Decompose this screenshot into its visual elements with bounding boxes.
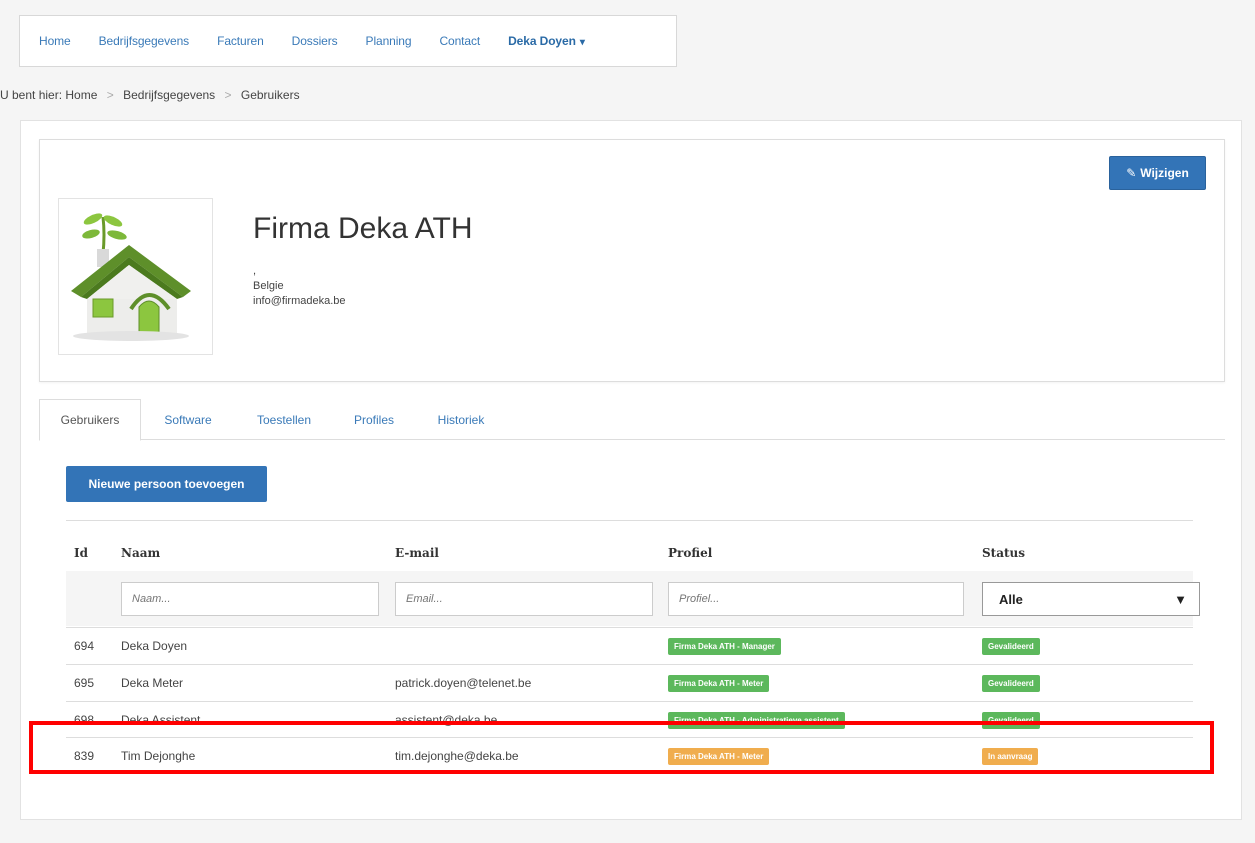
- status-filter-select[interactable]: Alle ▼: [982, 582, 1200, 616]
- top-navigation: Home Bedrijfsgegevens Facturen Dossiers …: [19, 15, 677, 67]
- company-address: , Belgie info@firmadeka.be: [253, 264, 346, 309]
- profile-badge: Firma Deka ATH - Manager: [668, 637, 781, 655]
- row-name: Deka Meter: [121, 676, 184, 690]
- nav-planning[interactable]: Planning: [366, 34, 412, 48]
- name-filter-input[interactable]: [121, 582, 379, 616]
- add-person-button[interactable]: Nieuwe persoon toevoegen: [66, 466, 267, 502]
- tab-gebruikers[interactable]: Gebruikers: [39, 399, 141, 441]
- edit-button[interactable]: ✎ Wijzigen: [1109, 156, 1206, 190]
- chevron-down-icon: ▾: [579, 37, 585, 48]
- table-row[interactable]: 694 Deka Doyen Firma Deka ATH - Manager …: [66, 627, 1193, 664]
- row-email: patrick.doyen@telenet.be: [395, 676, 532, 690]
- column-header-name: Naam: [121, 546, 161, 560]
- company-email: info@firmadeka.be: [253, 295, 346, 307]
- divider: [66, 520, 1193, 521]
- profile-badge: Firma Deka ATH - Meter: [668, 747, 770, 765]
- dropdown-arrow-icon: ▼: [1174, 591, 1187, 607]
- tab-software[interactable]: Software: [149, 399, 227, 440]
- row-id: 839: [74, 749, 95, 763]
- row-name: Tim Dejonghe: [121, 749, 196, 763]
- table-row[interactable]: 839 Tim Dejonghe tim.dejonghe@deka.be Fi…: [66, 737, 1193, 774]
- row-email: tim.dejonghe@deka.be: [395, 749, 519, 763]
- email-filter-input[interactable]: [395, 582, 653, 616]
- breadcrumb-prefix: U bent hier:: [0, 88, 63, 102]
- edit-button-label: Wijzigen: [1140, 166, 1189, 180]
- status-filter-value: Alle: [999, 591, 1023, 607]
- column-header-email: E-mail: [395, 546, 439, 560]
- table-row[interactable]: 698 Deka Assistent assistent@deka.be Fir…: [66, 701, 1193, 738]
- tab-toestellen[interactable]: Toestellen: [239, 399, 329, 440]
- company-address-line: ,: [253, 265, 257, 277]
- column-header-profile: Profiel: [668, 546, 713, 560]
- status-badge: Gevalideerd: [982, 711, 1040, 729]
- status-badge: Gevalideerd: [982, 637, 1040, 655]
- breadcrumb: U bent hier: Home > Bedrijfsgegevens > G…: [0, 88, 300, 102]
- profile-filter-input[interactable]: [668, 582, 964, 616]
- nav-dossiers[interactable]: Dossiers: [292, 34, 338, 48]
- nav-bedrijfsgegevens[interactable]: Bedrijfsgegevens: [99, 34, 190, 48]
- row-email: assistent@deka.be: [395, 713, 498, 727]
- nav-home[interactable]: Home: [39, 34, 71, 48]
- status-badge: In aanvraag: [982, 747, 1039, 765]
- breadcrumb-separator: >: [224, 88, 232, 102]
- nav-user-menu[interactable]: Deka Doyen ▾: [508, 34, 585, 48]
- profile-badge: Firma Deka ATH - Administratieve assiste…: [668, 711, 845, 729]
- company-card: ✎ Wijzigen Firma Deka ATH , Belgie info@…: [39, 139, 1225, 382]
- row-id: 694: [74, 639, 95, 653]
- user-menu-label: Deka Doyen: [508, 34, 576, 48]
- nav-facturen[interactable]: Facturen: [217, 34, 264, 48]
- breadcrumb-home[interactable]: Home: [65, 88, 97, 102]
- status-badge: Gevalideerd: [982, 674, 1040, 692]
- breadcrumb-bedrijfsgegevens[interactable]: Bedrijfsgegevens: [123, 88, 215, 102]
- tab-profiles[interactable]: Profiles: [339, 399, 409, 440]
- table-row[interactable]: 695 Deka Meter patrick.doyen@telenet.be …: [66, 664, 1193, 701]
- house-logo-icon: [71, 213, 191, 341]
- company-logo: [58, 198, 213, 355]
- breadcrumb-separator: >: [106, 88, 114, 102]
- row-id: 698: [74, 713, 95, 727]
- row-name: Deka Assistent: [121, 713, 201, 727]
- tab-historiek[interactable]: Historiek: [421, 399, 501, 440]
- row-name: Deka Doyen: [121, 639, 188, 653]
- edit-icon: ✎: [1126, 166, 1137, 180]
- column-header-status: Status: [982, 546, 1026, 560]
- company-country: Belgie: [253, 280, 284, 292]
- nav-contact[interactable]: Contact: [439, 34, 480, 48]
- tab-bar: Gebruikers Software Toestellen Profiles …: [39, 399, 1225, 441]
- row-id: 695: [74, 676, 95, 690]
- breadcrumb-gebruikers: Gebruikers: [240, 88, 300, 102]
- column-header-id: Id: [74, 546, 89, 560]
- profile-badge: Firma Deka ATH - Meter: [668, 674, 770, 692]
- company-name: Firma Deka ATH: [253, 212, 473, 245]
